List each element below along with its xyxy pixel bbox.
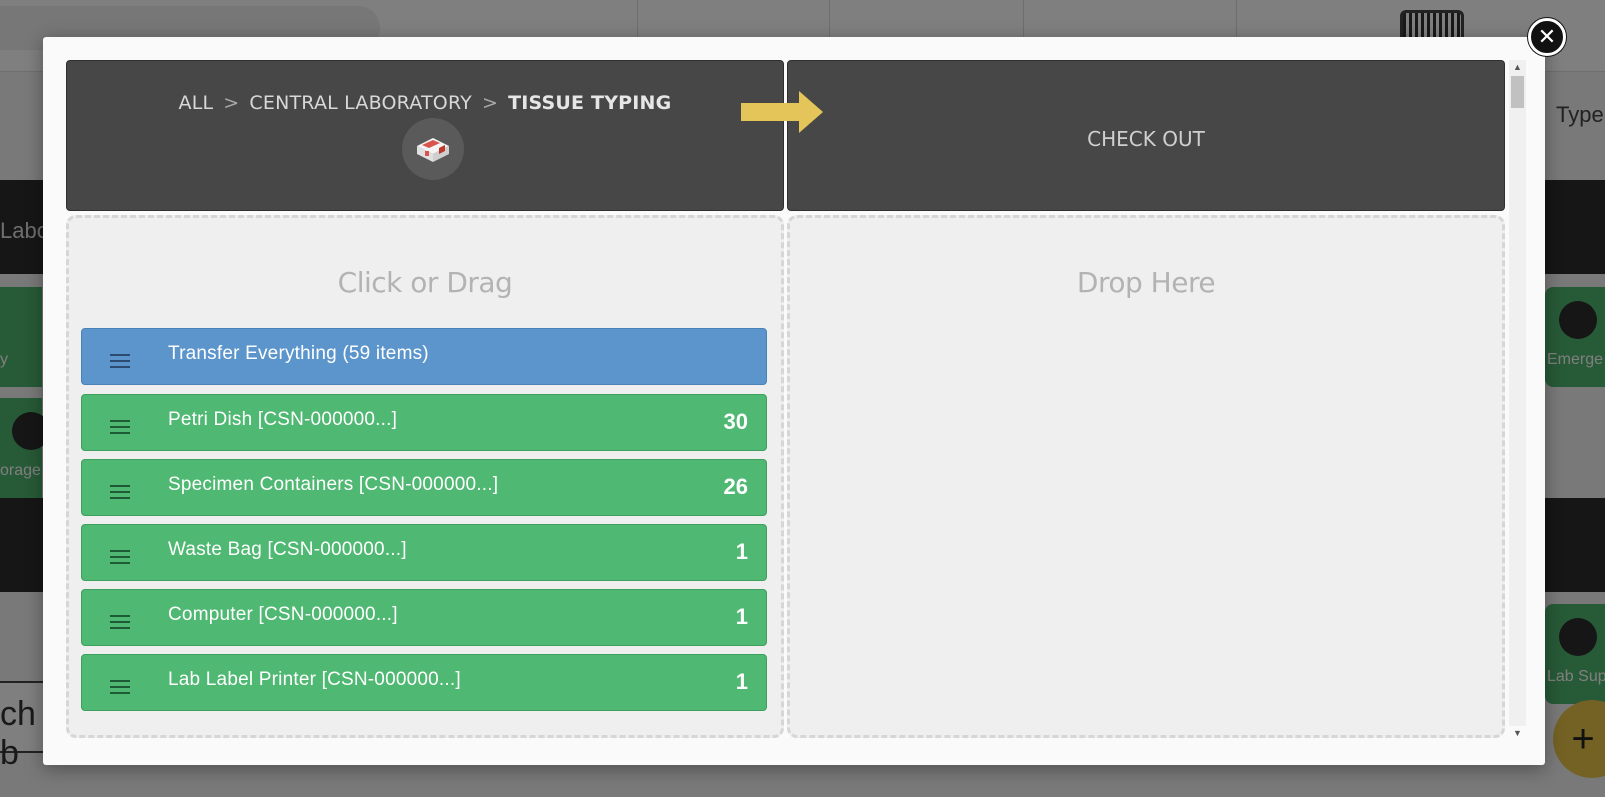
drag-handle-icon[interactable] [110, 614, 130, 629]
close-icon[interactable]: ✕ [1528, 18, 1566, 56]
drag-handle-icon[interactable] [110, 679, 130, 694]
scroll-down-icon[interactable]: ▼ [1509, 726, 1526, 740]
item-label: Petri Dish [CSN-000000...] [168, 408, 398, 430]
breadcrumb: ALL > CENTRAL LABORATORY > TISSUE TYPING [67, 92, 783, 114]
drag-handle-icon[interactable] [110, 353, 130, 368]
breadcrumb-item-central-laboratory[interactable]: CENTRAL LABORATORY [249, 92, 472, 114]
item-label: Waste Bag [CSN-000000...] [168, 538, 407, 560]
drag-handle-icon[interactable] [110, 549, 130, 564]
drag-handle-icon[interactable] [110, 419, 130, 434]
click-or-drag-label: Click or Drag [337, 266, 513, 299]
item-row-lab-label-printer[interactable]: Lab Label Printer [CSN-000000...] 1 [81, 654, 767, 711]
breadcrumb-separator: > [481, 92, 499, 114]
source-items-zone[interactable]: Click or Drag Transfer Everything (59 it… [66, 215, 784, 738]
scroll-thumb[interactable] [1511, 76, 1524, 108]
modal-scrollbar[interactable]: ▲ ▼ [1509, 60, 1526, 738]
item-row-petri-dish[interactable]: Petri Dish [CSN-000000...] 30 [81, 394, 767, 451]
checkout-label: CHECK OUT [1087, 127, 1205, 151]
destination-drop-zone[interactable]: Drop Here [787, 215, 1505, 738]
room-icon [402, 118, 464, 180]
item-label: Specimen Containers [CSN-000000...] [168, 473, 499, 495]
transfer-arrow-icon [741, 91, 823, 133]
item-count: 26 [723, 474, 748, 499]
item-row-waste-bag[interactable]: Waste Bag [CSN-000000...] 1 [81, 524, 767, 581]
drop-here-label: Drop Here [1076, 266, 1216, 299]
transfer-everything-label: Transfer Everything (59 items) [168, 342, 429, 364]
destination-header: CHECK OUT [787, 60, 1505, 211]
item-label: Lab Label Printer [CSN-000000...] [168, 668, 461, 690]
item-row-specimen-containers[interactable]: Specimen Containers [CSN-000000...] 26 [81, 459, 767, 516]
source-location-header: ALL > CENTRAL LABORATORY > TISSUE TYPING [66, 60, 784, 211]
transfer-everything-button[interactable]: Transfer Everything (59 items) [81, 328, 767, 385]
item-row-computer[interactable]: Computer [CSN-000000...] 1 [81, 589, 767, 646]
breadcrumb-separator: > [223, 92, 240, 114]
item-count: 1 [735, 604, 748, 629]
item-label: Computer [CSN-000000...] [168, 603, 398, 625]
item-count: 1 [735, 539, 748, 564]
breadcrumb-item-tissue-typing: TISSUE TYPING [508, 92, 672, 114]
item-count: 1 [735, 669, 748, 694]
breadcrumb-item-all[interactable]: ALL [179, 92, 214, 114]
transfer-modal: ALL > CENTRAL LABORATORY > TISSUE TYPING CHE… [43, 37, 1545, 765]
drag-handle-icon[interactable] [110, 484, 130, 499]
scroll-up-icon[interactable]: ▲ [1509, 60, 1526, 74]
item-count: 30 [723, 409, 748, 434]
